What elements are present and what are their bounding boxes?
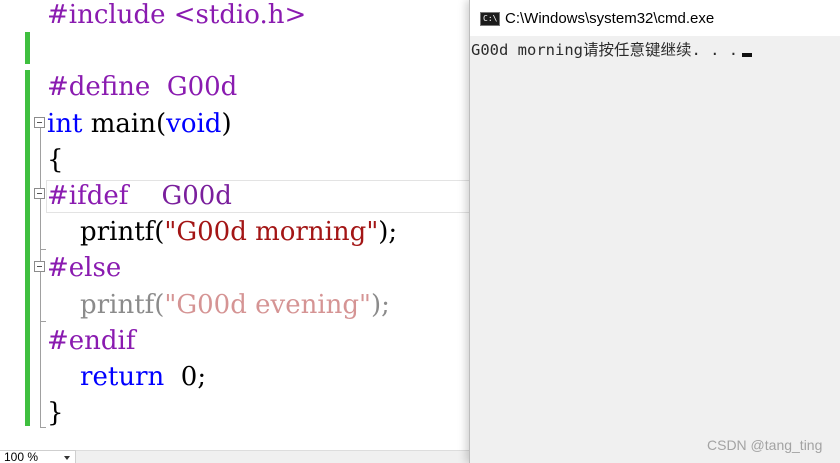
watermark: CSDN @tang_ting: [707, 437, 823, 453]
console-output: G00d morning请按任意键继续. . .: [471, 40, 753, 60]
change-indicator-bar: [25, 32, 30, 64]
code-line[interactable]: #endif: [47, 323, 136, 359]
cmd-icon-prompt: C:\: [483, 14, 498, 23]
horizontal-scrollbar[interactable]: [76, 450, 470, 463]
code-token: main(: [82, 108, 167, 139]
code-line[interactable]: #else: [47, 250, 121, 286]
code-line[interactable]: }: [47, 395, 64, 431]
code-line[interactable]: #ifdef G00d: [47, 178, 232, 214]
code-token: "G00d morning": [164, 217, 379, 248]
code-token: return: [47, 362, 165, 392]
console-titlebar[interactable]: C:\ C:\Windows\system32\cmd.exe: [470, 0, 840, 36]
text-cursor: [742, 53, 753, 57]
code-token: void: [166, 108, 222, 139]
change-indicator-bar: [25, 70, 30, 426]
fold-guide-end: [40, 321, 46, 322]
cmd-icon: C:\: [480, 12, 500, 26]
code-token: printf(: [47, 217, 165, 248]
console-title: C:\Windows\system32\cmd.exe: [505, 10, 715, 27]
collapse-main-icon[interactable]: [34, 117, 45, 128]
code-token: #define G00d: [47, 72, 238, 103]
fold-guide-end: [40, 427, 46, 428]
code-token: int: [47, 108, 83, 139]
code-line[interactable]: #define G00d: [47, 69, 237, 105]
code-token: #endif: [47, 325, 136, 356]
code-token: #else: [47, 253, 122, 284]
code-token: G00d: [161, 181, 232, 211]
fold-guide-end: [40, 249, 46, 250]
code-token: {: [47, 144, 64, 175]
zoom-dropdown[interactable]: 100 %: [0, 450, 76, 463]
code-token: #include <stdio.h>: [47, 0, 307, 30]
code-token: "G00d evening": [164, 289, 371, 320]
console-output-text: G00d morning请按任意键继续. . .: [471, 41, 739, 59]
code-token: 0;: [164, 362, 207, 392]
code-line[interactable]: int main(void): [47, 106, 232, 142]
console-window[interactable]: C:\ C:\Windows\system32\cmd.exe G00d mor…: [469, 0, 840, 463]
console-body[interactable]: G00d morning请按任意键继续. . .: [470, 36, 840, 463]
code-token: ): [221, 108, 232, 139]
code-line[interactable]: printf("G00d evening");: [47, 287, 390, 323]
code-line[interactable]: return 0;: [47, 359, 206, 395]
code-token: );: [378, 217, 398, 248]
code-token: );: [371, 289, 390, 320]
zoom-level: 100 %: [4, 450, 39, 463]
collapse-ifdef-icon[interactable]: [34, 188, 45, 199]
code-line[interactable]: printf("G00d morning");: [47, 214, 397, 250]
collapse-else-icon[interactable]: [34, 261, 45, 272]
chevron-down-icon[interactable]: [64, 456, 70, 460]
code-token: }: [47, 398, 64, 429]
code-token: printf(: [47, 289, 165, 320]
code-line[interactable]: #include <stdio.h>: [47, 0, 306, 33]
code-token: #ifdef: [47, 181, 162, 211]
fold-guide: [40, 128, 41, 428]
code-line[interactable]: {: [47, 142, 64, 178]
